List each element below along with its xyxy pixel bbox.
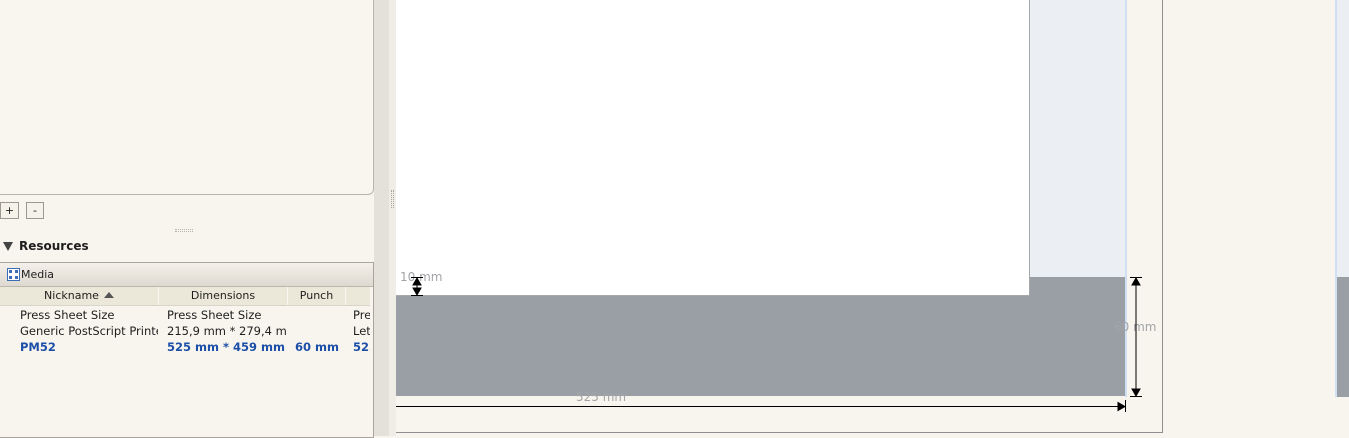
cell-punch: 60 mm [295, 340, 339, 354]
collapse-triangle-icon[interactable] [3, 242, 13, 251]
cell-extra: 525 [353, 340, 370, 354]
upper-list-box[interactable] [0, 0, 374, 195]
table-row[interactable]: Press Sheet Size Press Sheet Size Pre [0, 308, 370, 324]
left-panel: + - Resources Media Nickname Dimensions … [0, 0, 376, 438]
dimension-label-top-margin: 10 mm [400, 270, 443, 284]
cell-extra: Let [353, 324, 370, 338]
cell-nickname: PM52 [20, 340, 56, 354]
cell-dimensions: 215,9 mm * 279,4 mm [167, 324, 287, 338]
cell-nickname: Generic PostScript Printer [20, 324, 158, 338]
column-header-nickname[interactable]: Nickname [0, 287, 159, 305]
preview-canvas[interactable]: 10 mm 60 mm 525 mm [396, 0, 1349, 436]
table-row[interactable]: Generic PostScript Printer 215,9 mm * 27… [0, 324, 370, 340]
vertical-splitter[interactable] [389, 0, 396, 436]
sort-ascending-icon [103, 292, 114, 298]
dimension-label-gripper: 60 mm [1114, 320, 1157, 334]
column-header-extra[interactable] [346, 287, 370, 305]
printable-page[interactable] [396, 0, 1030, 296]
dimension-label-sheet-width: 525 mm [576, 390, 627, 404]
media-tab-label: Media [21, 268, 55, 281]
resources-section-header[interactable]: Resources [3, 239, 89, 253]
remove-button[interactable]: - [26, 202, 44, 219]
splitter-grip[interactable] [391, 190, 394, 208]
left-panel-scrollbar[interactable] [374, 0, 389, 436]
cell-dimensions: 525 mm * 459 mm [167, 340, 285, 354]
media-table-header: Nickname Dimensions Punch [0, 287, 370, 306]
cell-nickname: Press Sheet Size [20, 308, 115, 322]
media-grid-icon [7, 268, 20, 281]
horizontal-resize-grip[interactable] [175, 229, 193, 232]
sheet-edge-line [1125, 0, 1127, 397]
resources-title: Resources [19, 239, 89, 253]
table-row-selected[interactable]: PM52 525 mm * 459 mm 60 mm 525 [0, 340, 370, 356]
cell-extra: Pre [353, 308, 370, 322]
add-button[interactable]: + [0, 202, 19, 219]
cell-dimensions: Press Sheet Size [167, 308, 262, 322]
column-header-punch[interactable]: Punch [288, 287, 346, 305]
media-tab[interactable]: Media [0, 263, 373, 287]
media-pane: Media Nickname Dimensions Punch Press Sh… [0, 262, 374, 438]
column-header-dimensions[interactable]: Dimensions [159, 287, 288, 305]
next-sheet-gripper [1337, 277, 1349, 397]
